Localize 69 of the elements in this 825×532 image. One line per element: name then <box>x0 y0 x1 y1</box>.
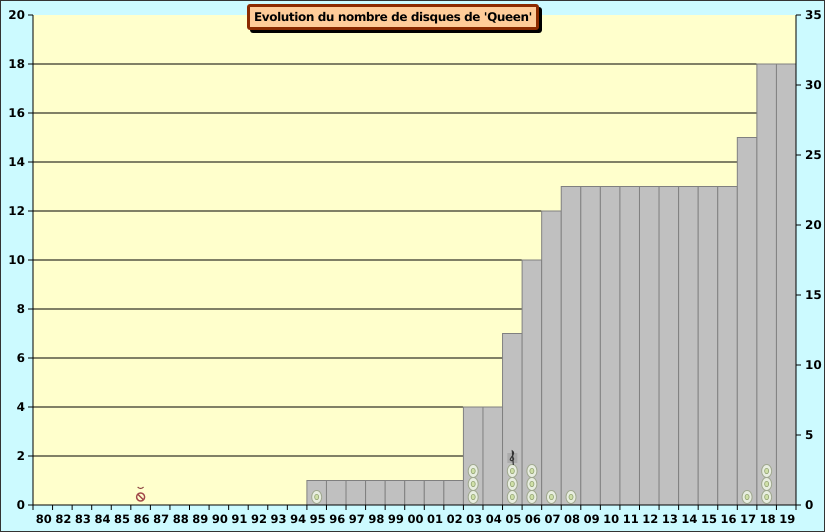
y-tick-label: 35 <box>805 8 822 22</box>
y-tick-label: 0 <box>805 498 814 512</box>
x-tick-label: 19 <box>779 512 796 526</box>
y-tick-label: 10 <box>805 358 822 372</box>
y-tick-label: 12 <box>8 204 25 218</box>
x-tick-label: 14 <box>681 512 698 526</box>
x-tick-label: 16 <box>720 512 737 526</box>
x-tick-label: 82 <box>55 512 72 526</box>
bar <box>424 480 444 506</box>
y-tick-label: 14 <box>8 155 25 169</box>
y-tick-label: 8 <box>16 302 25 316</box>
y-tick-label: 5 <box>805 428 814 442</box>
prohibited-icon <box>136 486 146 502</box>
x-tick-label: 93 <box>270 512 287 526</box>
x-tick-label: 08 <box>564 512 580 526</box>
y-tick-label: 20 <box>8 8 25 22</box>
x-tick-label: 17 <box>740 512 756 526</box>
x-tick-label: 96 <box>329 512 346 526</box>
x-tick-label: 07 <box>544 512 560 526</box>
x-tick-label: 00 <box>408 512 424 526</box>
x-tick-label: 98 <box>368 512 384 526</box>
x-tick-label: 85 <box>114 512 130 526</box>
x-tick-label: 87 <box>153 512 170 526</box>
x-tick-label: 84 <box>94 512 110 526</box>
x-tick-label: 90 <box>212 512 228 526</box>
bar <box>346 480 366 506</box>
x-tick-label: 10 <box>603 512 620 526</box>
chart-title: Evolution du nombre de disques de 'Queen' <box>247 4 539 30</box>
x-tick-label: 12 <box>642 512 658 526</box>
x-tick-label: 95 <box>310 512 326 526</box>
bar <box>365 480 386 506</box>
y-tick-label: 0 <box>16 498 25 512</box>
y-tick-label: 4 <box>16 400 25 414</box>
x-tick-label: 89 <box>192 512 208 526</box>
x-tick-label: 92 <box>250 512 267 526</box>
x-tick-label: 11 <box>622 512 639 526</box>
y-tick-label: 10 <box>8 253 25 267</box>
x-tick-label: 18 <box>760 512 776 526</box>
x-tick-label: 13 <box>662 512 678 526</box>
x-tick-label: 03 <box>466 512 482 526</box>
y-tick-label: 25 <box>805 148 822 162</box>
x-tick-label: 09 <box>584 512 600 526</box>
x-tick-label: 80 <box>36 512 52 526</box>
x-tick-label: 06 <box>524 512 541 526</box>
x-tick-label: 05 <box>505 512 522 526</box>
bar <box>384 480 406 506</box>
y-tick-label: 18 <box>8 57 25 71</box>
bar <box>404 480 425 506</box>
x-tick-label: 94 <box>290 512 306 526</box>
disc-icon <box>742 490 753 504</box>
x-tick-label: 01 <box>427 512 444 526</box>
x-tick-label: 04 <box>486 512 502 526</box>
y-tick-label: 30 <box>805 78 822 92</box>
bar <box>326 480 347 506</box>
x-tick-label: 88 <box>172 512 189 526</box>
y-tick-label: 16 <box>8 106 25 120</box>
disc-icon <box>311 490 322 504</box>
x-tick-label: 86 <box>134 512 150 526</box>
x-tick-label: 02 <box>446 512 463 526</box>
x-tick-label: 83 <box>74 512 91 526</box>
y-tick-label: 2 <box>16 449 25 463</box>
x-tick-label: 97 <box>348 512 365 526</box>
y-tick-label: 6 <box>16 351 25 365</box>
x-tick-label: 99 <box>388 512 404 526</box>
x-tick-label: 15 <box>700 512 717 526</box>
treble-clef-icon <box>507 450 518 466</box>
y-tick-label: 15 <box>805 288 822 302</box>
y-tick-label: 20 <box>805 218 822 232</box>
x-tick-label: 91 <box>231 512 248 526</box>
